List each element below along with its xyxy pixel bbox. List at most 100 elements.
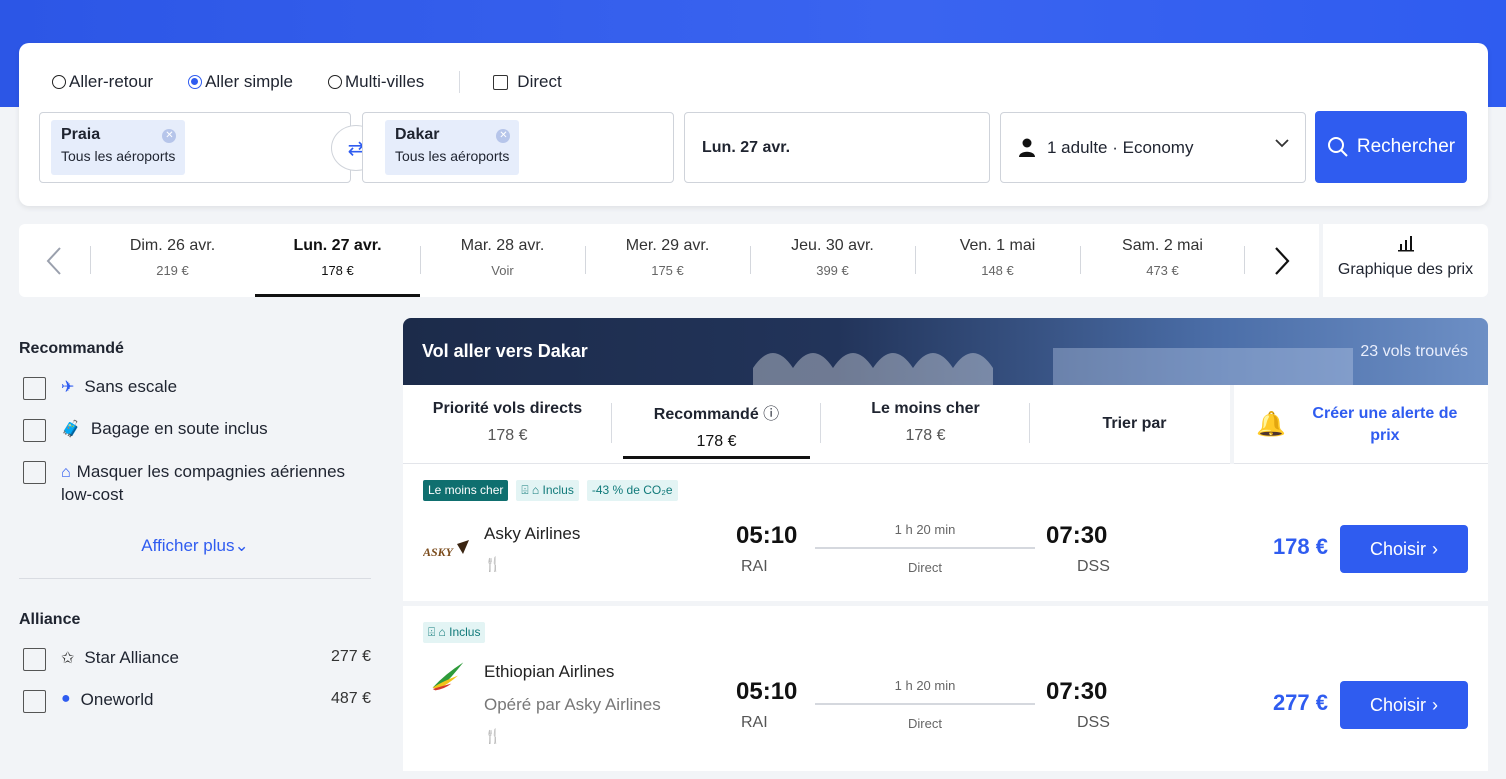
passengers-field[interactable]: 1 adulte · Economy — [1000, 112, 1306, 183]
sort-label-wrap: Recommandé ⓘ — [612, 400, 821, 424]
search-label: Rechercher — [1356, 136, 1456, 157]
date-option[interactable]: Mar. 28 avr. Voir — [420, 224, 585, 297]
results-header: Vol aller vers Dakar 23 vols trouvés — [403, 318, 1488, 385]
info-icon[interactable]: ⓘ — [763, 406, 779, 423]
meal-icon: 🍴 — [484, 728, 502, 744]
filter-baggage[interactable]: 🧳 Bagage en soute inclus — [19, 419, 371, 442]
date-option-selected[interactable]: Lun. 27 avr. 178 € — [255, 224, 420, 297]
destination-field[interactable]: Dakar Tous les aéroports ✕ — [362, 112, 674, 183]
bag-icon: 🧳 — [61, 421, 81, 438]
filter-nonstop[interactable]: ✈ Sans escale — [19, 377, 371, 400]
date-option[interactable]: Ven. 1 mai 148 € — [915, 224, 1080, 297]
sort-cheapest[interactable]: Le moins cher 178 € — [821, 385, 1030, 463]
flight-card[interactable]: Le moins cher ⌹ ⌂ Inclus -43 % de CO₂e A… — [403, 464, 1488, 601]
checkbox-box[interactable] — [493, 74, 509, 90]
prev-dates-button[interactable] — [19, 224, 89, 297]
price-chart-label: Graphique des prix — [1337, 261, 1474, 278]
radio-multi-city[interactable]: Multi-villes — [327, 72, 424, 92]
filter-label-wrap: ⌂ Masquer les compagnies aériennes low-co… — [61, 461, 371, 506]
filter-checkbox[interactable] — [23, 377, 46, 400]
flight-card[interactable]: ⌹ ⌂ Inclus Ethiopian Airlines Opéré par … — [403, 606, 1488, 771]
checkbox-label: Direct — [517, 72, 562, 91]
divider — [585, 246, 586, 274]
filter-lowcost[interactable]: ⌂ Masquer les compagnies aériennes low-co… — [19, 461, 371, 506]
filter-section-title: Recommandé — [19, 340, 124, 357]
date-price: 219 € — [156, 263, 189, 278]
radio-one-way[interactable]: Aller simple — [188, 72, 293, 92]
tag-icon: ⌂ — [61, 464, 71, 481]
date-price: 175 € — [651, 263, 684, 278]
divider — [420, 246, 421, 274]
filter-checkbox[interactable] — [23, 690, 46, 713]
radio-dot[interactable] — [188, 75, 203, 89]
flight-price: 277 € — [1272, 690, 1328, 715]
departure-code: RAI — [741, 714, 768, 731]
choose-button[interactable]: Choisir › — [1340, 525, 1468, 573]
filter-alliance-star[interactable]: ✩ Star Alliance 277 € — [19, 648, 371, 671]
next-dates-button[interactable] — [1247, 224, 1317, 297]
user-icon — [1019, 138, 1035, 157]
chevron-left-icon — [46, 246, 61, 275]
date-label: Mer. 29 avr. — [625, 237, 710, 254]
date-label: Lun. 27 avr. — [293, 237, 382, 254]
sort-label: Le moins cher — [871, 400, 980, 417]
filter-alliance-oneworld[interactable]: ● Oneworld 487 € — [19, 690, 371, 713]
date-price: Voir — [491, 263, 514, 278]
radio-dot[interactable] — [327, 75, 342, 89]
date-option[interactable]: Dim. 26 avr. 219 € — [90, 224, 255, 297]
radio-dot[interactable] — [52, 75, 66, 89]
sort-direct[interactable]: Priorité vols directs 178 € — [403, 385, 612, 463]
search-button[interactable]: Rechercher — [1315, 111, 1467, 183]
direct-checkbox[interactable]: Direct — [493, 72, 562, 92]
trip-type-selector: Aller-retour Aller simple Multi-villes D… — [52, 71, 562, 93]
arrival-time: 07:30 — [1046, 522, 1108, 549]
filter-checkbox[interactable] — [23, 461, 46, 484]
sort-price: 178 € — [487, 427, 528, 444]
date-strip: Dim. 26 avr. 219 € Lun. 27 avr. 178 € Mar.… — [19, 224, 1319, 297]
date-option[interactable]: Mer. 29 avr. 175 € — [585, 224, 750, 297]
date-label: Sam. 2 mai — [1122, 237, 1203, 254]
show-more-link[interactable]: Afficher plus⌄ — [19, 536, 371, 556]
date-label: Ven. 1 mai — [959, 237, 1036, 254]
baggage-badge-label: Inclus — [449, 625, 481, 639]
destination-chip[interactable]: Dakar Tous les aéroports ✕ — [385, 120, 520, 175]
airline-name: Asky Airlines — [484, 524, 581, 543]
sort-by-dropdown[interactable]: Trier par — [1030, 385, 1239, 463]
filter-label: Sans escale — [84, 377, 178, 396]
radio-round-trip[interactable]: Aller-retour — [52, 72, 153, 92]
filter-label: Bagage en soute inclus — [90, 419, 268, 438]
origin-field[interactable]: Praia Tous les aéroports ✕ — [39, 112, 351, 183]
passengers-value: 1 adulte · Economy — [1047, 137, 1194, 157]
price-chart-button[interactable]: Graphique des prix — [1323, 224, 1488, 297]
filter-checkbox[interactable] — [23, 419, 46, 442]
radio-label: Aller-retour — [69, 72, 154, 91]
price-alert-button[interactable]: 🔔 Créer une alerte de prix — [1230, 385, 1488, 464]
flight-tags: ⌹ ⌂ Inclus — [423, 622, 486, 643]
chevron-right-icon: › — [1432, 694, 1438, 715]
filter-price: 277 € — [330, 648, 371, 665]
filter-price: 487 € — [330, 690, 371, 707]
baggage-badge: ⌹ ⌂ Inclus — [423, 622, 486, 643]
sort-label: Priorité vols directs — [432, 400, 583, 417]
sort-recommended[interactable]: Recommandé ⓘ 178 € — [612, 385, 821, 463]
flight-stops: Direct — [908, 716, 942, 731]
filter-checkbox[interactable] — [23, 648, 46, 671]
choose-button[interactable]: Choisir › — [1340, 681, 1468, 729]
date-label: Jeu. 30 avr. — [791, 237, 874, 254]
date-price: 473 € — [1146, 263, 1179, 278]
route-line — [815, 703, 1035, 705]
date-field[interactable]: Lun. 27 avr. — [684, 112, 990, 183]
divider — [750, 246, 751, 274]
origin-city: Praia — [61, 126, 101, 143]
co2-badge: -43 % de CO₂e — [586, 480, 678, 501]
origin-chip[interactable]: Praia Tous les aéroports ✕ — [51, 120, 186, 175]
chevron-down-icon: ⌄ — [234, 536, 249, 555]
date-option[interactable]: Sam. 2 mai 473 € — [1080, 224, 1245, 297]
flight-stops: Direct — [908, 560, 942, 575]
destination-city: Dakar — [395, 126, 440, 143]
ethiopian-logo — [432, 662, 464, 691]
svg-text:ASKY: ASKY — [423, 545, 455, 559]
arrival-time: 07:30 — [1046, 678, 1108, 705]
date-option[interactable]: Jeu. 30 avr. 399 € — [750, 224, 915, 297]
baggage-badge: ⌹ ⌂ Inclus — [516, 480, 579, 501]
